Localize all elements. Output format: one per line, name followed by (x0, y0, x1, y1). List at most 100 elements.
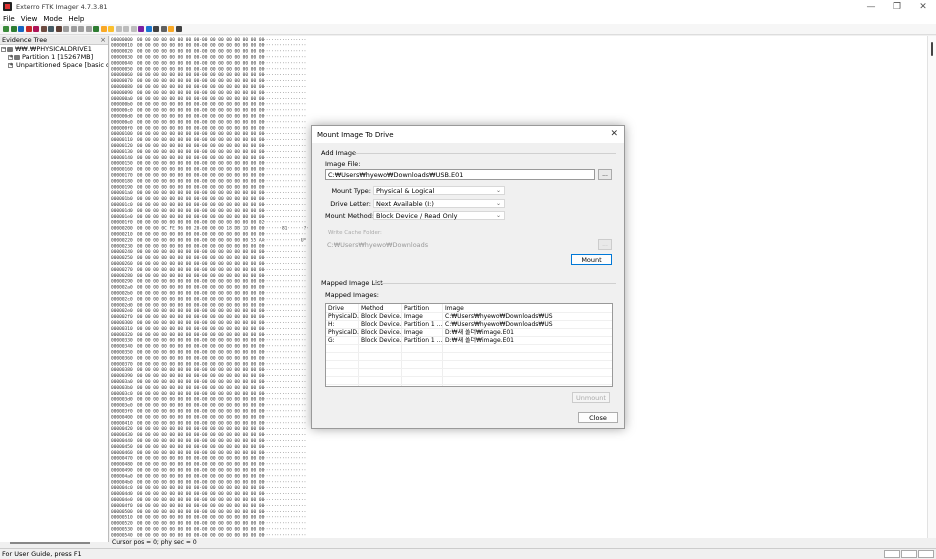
dialog-title: Mount Image To Drive (317, 130, 394, 139)
mount-image-dialog: Mount Image To Drive ✕ Add Image Image F… (311, 125, 625, 429)
mount-button[interactable]: Mount (571, 254, 612, 265)
hex-bytes: 00 00 00 00 00 00 00 00-00 00 00 00 00 0… (137, 60, 265, 66)
obtain-protected-icon[interactable] (93, 26, 99, 32)
hex-bytes: 00 00 00 00 00 00 00 00-00 00 00 00 00 0… (137, 450, 265, 456)
column-header-partition[interactable]: Partition (402, 305, 443, 313)
table-cell: C:₩Users₩hyewo₩Downloads₩USB.... (445, 321, 553, 328)
hex-bytes: 00 00 00 00 00 00 00 00-00 00 00 00 00 0… (137, 173, 265, 179)
group-divider (374, 283, 616, 284)
table-row[interactable]: H: Block Device... Partition 1 ... C:₩Users… (326, 321, 612, 329)
image-view-icon[interactable] (138, 26, 144, 32)
hex-bytes: 00 00 00 00 00 00 00 00-00 00 00 00 00 0… (137, 243, 265, 249)
close-button[interactable]: Close (578, 412, 618, 423)
add-evidence-icon[interactable] (3, 26, 9, 32)
hex-offset: 00000360 (111, 355, 133, 361)
text-mode-icon[interactable] (153, 26, 159, 32)
hex-offset: 00000420 (111, 426, 133, 432)
export-files-icon[interactable] (63, 26, 69, 32)
hex-ascii: ················ (263, 197, 306, 202)
status-panels (883, 550, 934, 558)
table-row[interactable]: G: Block Device... Partition 1 ... D:₩새 폴더₩… (326, 337, 612, 345)
hex-offset: 00000410 (111, 420, 133, 426)
hex-bytes: 00 00 00 00 00 00 00 00-00 00 00 00 00 0… (137, 456, 265, 462)
hex-offset: 00000320 (111, 332, 133, 338)
tree-item-partition-1[interactable]: + Partition 1 [15267MB] (0, 53, 108, 61)
verify-drive-icon[interactable] (78, 26, 84, 32)
unmount-button: Unmount (572, 392, 610, 403)
export-hash-icon[interactable] (70, 26, 77, 32)
table-row[interactable]: PhysicalD...Block Device...Image C:₩Users… (326, 313, 612, 321)
menu-view[interactable]: View (21, 15, 38, 23)
expand-icon[interactable]: + (8, 62, 13, 68)
close-pane-icon[interactable]: × (100, 36, 106, 44)
capture-memory-icon[interactable] (85, 26, 92, 32)
close-window-button[interactable]: ✕ (910, 0, 936, 13)
view-files-icon[interactable] (108, 26, 114, 32)
hex-ascii: ················ (263, 309, 306, 314)
minimize-button[interactable]: — (858, 0, 884, 13)
table-cell: PhysicalD... (328, 329, 359, 336)
hex-bytes: 00 00 00 00 00 00 00 00-00 00 00 00 00 0… (137, 291, 265, 297)
column-header-method[interactable]: Method (359, 305, 402, 313)
maximize-button[interactable]: ❐ (884, 0, 910, 13)
hex-offset: 000004d0 (111, 491, 133, 497)
remove-all-icon[interactable] (33, 26, 39, 32)
hex-bytes: 00 00 00 00 00 00 00 00-00 00 00 00 00 0… (137, 102, 265, 108)
scroll-thumb[interactable] (931, 42, 933, 56)
hex-offset: 00000340 (111, 344, 133, 350)
hex-ascii: ················ (263, 445, 306, 450)
auto-view-icon[interactable] (130, 26, 137, 32)
hex-view-icon[interactable] (123, 26, 129, 32)
hex-ascii: ················ (263, 38, 306, 43)
hex-offset: 00000350 (111, 350, 133, 356)
image-file-input[interactable]: C:₩Users₩hyewo₩Downloads₩USB.E01 (325, 169, 595, 180)
hex-ascii: ················ (263, 274, 306, 279)
hex-ascii: ················ (263, 362, 306, 367)
hex-bytes: 00 00 00 00 00 00 00 00-00 00 00 00 00 0… (137, 114, 265, 120)
hex-ascii: ················ (263, 474, 306, 479)
dialog-close-icon[interactable]: ✕ (610, 129, 618, 139)
hex-ascii: ················ (263, 480, 306, 485)
add-all-icon[interactable] (10, 26, 17, 32)
tree-item-unpartitioned[interactable]: + Unpartitioned Space [basic d (0, 61, 108, 69)
column-mode-icon[interactable] (160, 26, 167, 32)
create-image-icon[interactable] (40, 26, 47, 32)
table-cell: Block Device... (361, 313, 402, 320)
menu-help[interactable]: Help (68, 15, 84, 23)
mount-method-select[interactable]: Block Device / Read Only ⌄ (373, 211, 505, 220)
hex-bytes: 00 00 00 00 00 00 00 00-00 00 00 00 00 0… (137, 426, 265, 432)
hex-ascii: ················ (263, 56, 306, 61)
drive-letter-select[interactable]: Next Available (I:) ⌄ (373, 199, 505, 208)
hex-offset: 000001d0 (111, 208, 133, 214)
hex-mode-icon[interactable] (145, 26, 152, 32)
text-view-icon[interactable] (115, 26, 122, 32)
dropdown-icon[interactable] (175, 26, 182, 32)
hex-bytes: 00 00 00 00 00 00 00 00-00 00 00 00 00 0… (137, 161, 265, 167)
export-image-icon[interactable] (48, 26, 54, 32)
hex-ascii: ················ (263, 327, 306, 332)
hex-bytes: 00 00 00 00 00 00 00 00-00 00 00 00 00 0… (137, 178, 265, 184)
mapped-images-list[interactable]: DriveMethodPartitionImagePhysicalD...Blo… (325, 303, 613, 387)
detect-encryption-icon[interactable] (100, 26, 107, 32)
expand-icon[interactable]: + (8, 54, 13, 60)
pane-splitter[interactable] (10, 542, 90, 544)
mount-type-select[interactable]: Physical & Logical ⌄ (373, 186, 505, 195)
help-icon[interactable] (168, 26, 174, 32)
menu-file[interactable]: File (3, 15, 15, 23)
column-header-drive[interactable]: Drive (326, 305, 359, 313)
collapse-icon[interactable]: − (1, 46, 6, 52)
hex-offset: 000000f0 (111, 125, 133, 131)
table-cell: Block Device... (361, 337, 402, 344)
hex-bytes: 00 00 00 00 00 00 00 00-00 00 00 00 00 0… (137, 361, 265, 367)
browse-image-button[interactable]: ... (598, 169, 612, 180)
remove-evidence-icon[interactable] (25, 26, 32, 32)
menu-mode[interactable]: Mode (43, 15, 62, 23)
image-mounting-icon[interactable] (18, 26, 24, 32)
column-header-image[interactable]: Image (443, 305, 553, 313)
hex-ascii: ················ (263, 233, 306, 238)
hex-vertical-scrollbar[interactable] (927, 36, 936, 538)
export-logical-icon[interactable] (55, 26, 62, 32)
browse-cache-button: ... (598, 239, 612, 250)
tree-item-physicaldrive[interactable]: − ₩₩.₩PHYSICALDRIVE1 (0, 45, 108, 53)
table-row[interactable]: PhysicalD...Block Device...Image D:₩새 폴더₩… (326, 329, 612, 337)
